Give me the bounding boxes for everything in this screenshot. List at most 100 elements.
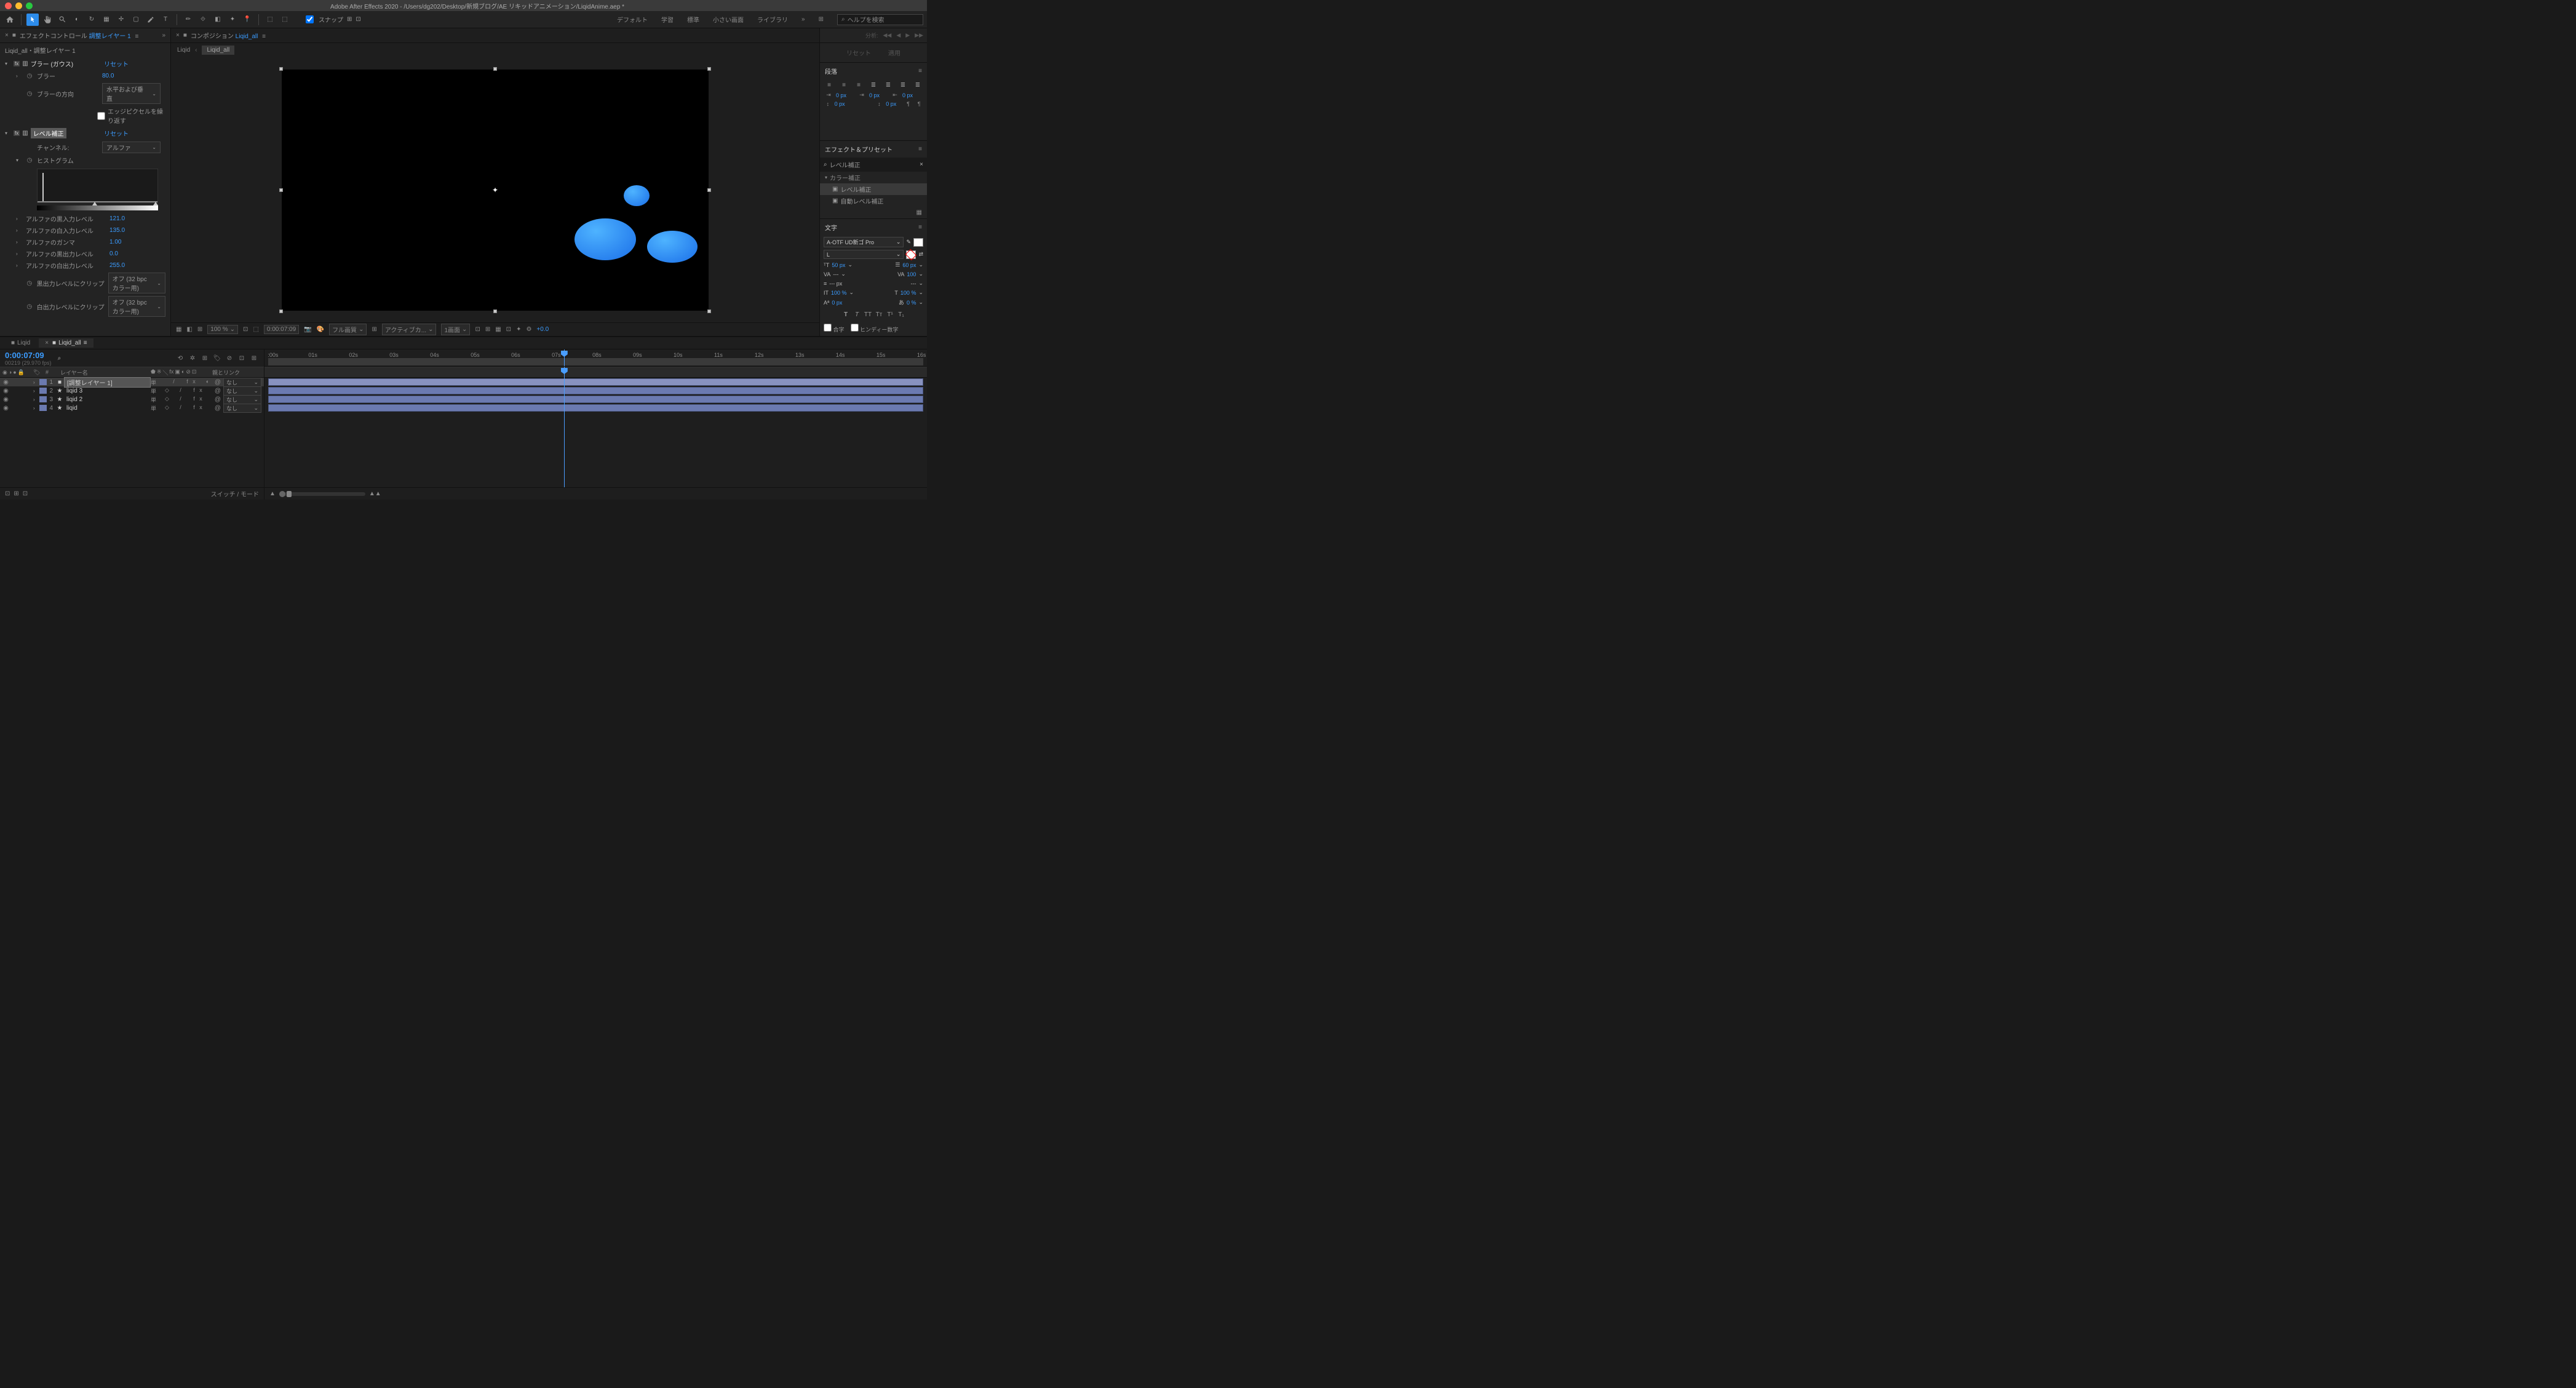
solo-column-icon[interactable]: ● (13, 369, 16, 376)
clear-search-icon[interactable]: × (920, 161, 923, 168)
layer-row[interactable]: ◉ › 4 ★ liqid 単 ◇ / fx @ なし⌄ (0, 404, 264, 412)
parent-dropdown[interactable]: なし⌄ (223, 378, 261, 387)
viewer-btn[interactable]: ⊞ (485, 326, 490, 333)
tl-icon[interactable]: ⊞ (249, 353, 259, 363)
levels-prop-value[interactable]: 1.00 (109, 239, 121, 245)
prev-frame-button[interactable]: ◀ (896, 32, 900, 39)
track-row[interactable] (264, 404, 927, 412)
stopwatch-icon[interactable]: ◷ (26, 303, 33, 310)
twirl-icon[interactable]: › (33, 397, 39, 402)
pickwhip-icon[interactable]: @ (212, 388, 223, 394)
tsume-value[interactable]: 0 % (907, 300, 916, 306)
subscript-button[interactable]: T₁ (896, 310, 906, 319)
levels-prop-value[interactable]: 255.0 (109, 262, 125, 269)
font-style-dropdown[interactable]: L⌄ (824, 250, 904, 259)
levels-prop-value[interactable]: 0.0 (109, 250, 118, 257)
shape-tool[interactable]: ▢ (130, 14, 142, 26)
maximize-window-button[interactable] (26, 2, 33, 9)
breadcrumb-item-active[interactable]: Liqid_all (202, 46, 234, 55)
effects-search-input[interactable]: レベル補正 (830, 160, 918, 169)
blur-amount-value[interactable]: 80.0 (102, 73, 114, 79)
tl-footer-icon[interactable]: ⊡ (5, 490, 10, 497)
twirl-icon[interactable]: › (16, 73, 22, 79)
direction-ltr-icon[interactable]: ¶ (904, 101, 913, 107)
lock-column-icon[interactable]: 🔒 (18, 369, 25, 376)
layer-duration-bar[interactable] (268, 404, 923, 412)
timeline-tab-active[interactable]: ×■ Liqid_all ≡ (39, 338, 93, 348)
hindi-checkbox[interactable] (851, 324, 859, 332)
viewer-gear-icon[interactable]: ⚙ (526, 326, 531, 333)
close-window-button[interactable] (5, 2, 12, 9)
histogram-white-handle[interactable] (153, 202, 158, 205)
smallcaps-button[interactable]: Tᴛ (874, 310, 884, 319)
pickwhip-icon[interactable]: @ (212, 405, 223, 412)
panel-close-icon[interactable]: × (176, 32, 180, 39)
repeat-edge-checkbox[interactable] (97, 112, 105, 120)
layer-name[interactable]: liqid 3 (64, 388, 151, 394)
visibility-icon[interactable]: ◉ (2, 388, 9, 394)
viewer-mask-icon[interactable]: ⬚ (253, 326, 258, 333)
layer-duration-bar[interactable] (268, 378, 923, 386)
viewer-snapshot-icon[interactable]: 📷 (304, 326, 311, 333)
timeline-tab[interactable]: ■ Liqid (5, 338, 36, 348)
viewer-btn[interactable]: ▦ (495, 326, 501, 333)
play-button[interactable]: ▶ (905, 32, 910, 39)
visibility-icon[interactable]: ◉ (2, 396, 9, 403)
switches-modes-toggle[interactable]: スイッチ / モード (211, 489, 259, 498)
align-center-icon[interactable]: ≡ (838, 81, 849, 89)
twirl-icon[interactable]: › (16, 228, 22, 233)
fx-blur-name[interactable]: ブラー (ガウス) (31, 59, 73, 68)
fx-blur-reset[interactable]: リセット (104, 59, 129, 68)
switch-col-icon[interactable]: ※ (157, 369, 162, 377)
hand-tool[interactable] (41, 14, 54, 26)
last-frame-button[interactable]: ▶▶ (915, 32, 923, 39)
effects-tree-item[interactable]: ▣ 自動レベル補正 (820, 195, 927, 207)
pickwhip-icon[interactable]: @ (212, 379, 223, 386)
twirl-icon[interactable]: › (16, 251, 22, 257)
type-tool[interactable]: T (159, 14, 172, 26)
tracking-value[interactable]: 100 (907, 271, 916, 277)
switch-col-icon[interactable]: fx (169, 369, 173, 377)
twirl-icon[interactable]: › (33, 380, 39, 385)
panel-menu-icon[interactable]: ≡ (918, 68, 922, 74)
playhead[interactable] (564, 349, 565, 366)
panel-menu-icon[interactable]: ≡ (84, 340, 87, 346)
parent-dropdown[interactable]: なし⌄ (223, 386, 261, 396)
composition-canvas[interactable]: ✦ (282, 70, 709, 311)
switch-col-icon[interactable]: ⊡ (192, 369, 197, 377)
chevron-down-icon[interactable]: ⌄ (841, 271, 846, 277)
allcaps-button[interactable]: TT (863, 310, 873, 319)
twirl-icon[interactable]: › (16, 263, 22, 268)
chevron-down-icon[interactable]: ⌄ (918, 289, 923, 296)
layer-duration-bar[interactable] (268, 387, 923, 394)
clone-tool[interactable]: ⟐ (197, 14, 209, 26)
twirl-icon[interactable]: ▾ (16, 158, 22, 163)
tl-icon[interactable]: ⊞ (200, 353, 210, 363)
space-before-value[interactable]: 0 px (835, 101, 851, 107)
layer-row[interactable]: ◉ › 3 ★ liqid 2 単 ◇ / fx @ なし⌄ (0, 395, 264, 404)
parent-column[interactable]: 親とリンク (212, 369, 261, 377)
workspace-menu[interactable]: ⊞ (813, 14, 830, 25)
twirl-icon[interactable]: ▾ (5, 61, 11, 66)
stopwatch-icon[interactable]: ◷ (26, 157, 33, 164)
breadcrumb-item[interactable]: Liqid (177, 47, 190, 54)
viewer-channel-icon[interactable]: ◧ (186, 326, 192, 333)
track-row[interactable] (264, 386, 927, 395)
superscript-button[interactable]: T¹ (885, 310, 895, 319)
justify-all-icon[interactable]: ≣ (912, 81, 923, 89)
panel-lock-icon[interactable]: ■ (183, 32, 187, 39)
stroke-option[interactable]: --- (910, 281, 916, 287)
viewer-exposure[interactable]: +0.0 (536, 326, 549, 333)
transform-handle[interactable] (279, 67, 283, 71)
snap-icon-2[interactable]: ⊡ (356, 16, 360, 23)
panel-menu-icon[interactable]: ≡ (262, 33, 266, 40)
kerning-value[interactable]: --- (833, 271, 838, 277)
pickwhip-icon[interactable]: @ (212, 396, 223, 403)
minimize-window-button[interactable] (15, 2, 22, 9)
effects-category[interactable]: ▾カラー補正 (820, 172, 927, 183)
brush-tool[interactable]: ✏ (182, 14, 194, 26)
clip-white-dropdown[interactable]: オフ (32 bpc カラー用) ⌄ (108, 296, 165, 317)
switch-col-icon[interactable]: ＼ (162, 369, 168, 377)
help-search[interactable]: ⌕ ヘルプを検索 (837, 14, 923, 25)
playhead-line[interactable] (564, 367, 565, 487)
